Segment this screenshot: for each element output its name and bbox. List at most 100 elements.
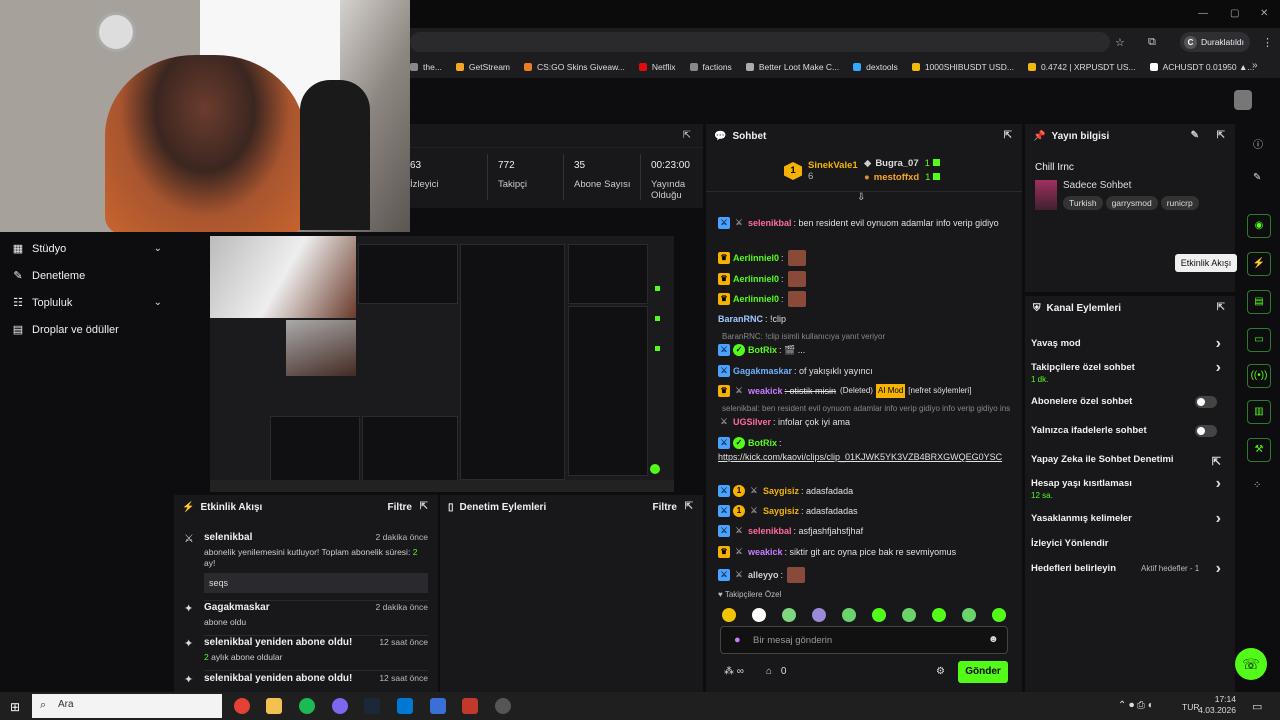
channel-action-row[interactable]: Hesap yaşı kısıtlaması 12 sa. › <box>1031 475 1227 500</box>
app-icon[interactable] <box>462 698 478 714</box>
popout-icon[interactable]: ⇱ <box>1217 302 1225 313</box>
tag-chip[interactable]: runicrp <box>1160 196 1199 210</box>
lightning-icon[interactable]: ⚡ <box>1247 252 1271 276</box>
maximize-icon[interactable]: ▢ <box>1230 8 1239 19</box>
emote-icon[interactable] <box>782 608 796 622</box>
gift-icon[interactable]: ⌂ 0 <box>766 666 786 677</box>
chat-link[interactable]: https://kick.com/kaovi/clips/clip_01KJWK… <box>718 450 1008 464</box>
emote-icon[interactable] <box>962 608 976 622</box>
broadcast-icon[interactable]: ((•)) <box>1247 364 1271 388</box>
steam-icon[interactable] <box>364 698 380 714</box>
star-icon[interactable]: ☆ <box>1115 36 1125 49</box>
emote-icon[interactable] <box>992 608 1006 622</box>
bookmarks-overflow-icon[interactable]: » <box>1252 60 1258 71</box>
bookmark-item[interactable]: Better Loot Make C... <box>745 62 839 72</box>
emote-icon[interactable] <box>812 608 826 622</box>
channel-action-row[interactable]: Hedefleri belirleyin Aktif hedefler - 1 › <box>1031 560 1227 577</box>
channel-action-row[interactable]: Yasaklanmış kelimeler › <box>1031 510 1227 527</box>
vscode-icon[interactable] <box>397 698 413 714</box>
chat-icon[interactable]: ▭ <box>1247 328 1271 352</box>
obs-icon[interactable] <box>332 698 348 714</box>
chat-username[interactable]: BotRix <box>748 436 777 450</box>
chat-username[interactable]: Saygisiz <box>763 484 799 498</box>
emote-icon[interactable] <box>872 608 886 622</box>
chevron-right-icon[interactable]: › <box>1216 475 1221 493</box>
points-icon[interactable]: ⁂ ∞ <box>724 666 744 677</box>
scroll-down-icon[interactable]: ⇩ <box>857 192 865 203</box>
dots-icon[interactable]: ⁘ <box>1253 480 1261 491</box>
leaderboard-entry[interactable]: ◆ Bugra_07 1 <box>864 158 940 169</box>
support-icon[interactable]: ☏ <box>1235 648 1267 680</box>
settings-gear-icon[interactable]: ⚙ <box>936 666 945 677</box>
bookmark-item[interactable]: CS:GO Skins Giveaw... <box>524 62 625 72</box>
chat-username[interactable]: BotRix <box>748 343 777 357</box>
popout-icon[interactable]: ⇱ <box>685 501 693 512</box>
tag-chip[interactable]: garrysmod <box>1105 196 1158 210</box>
menu-icon[interactable]: ⋮ <box>1262 36 1273 49</box>
wrench-icon[interactable]: ⚒ <box>1247 438 1271 462</box>
chat-username[interactable]: Gagakmaskar <box>733 364 792 378</box>
leaderboard-entry[interactable]: ● mestoffxd 1 <box>864 172 941 183</box>
bookmark-item[interactable]: factions <box>689 62 732 72</box>
popout-icon[interactable]: ⇱ <box>420 501 428 512</box>
spotify-icon[interactable] <box>299 698 315 714</box>
chat-username[interactable]: Aerlinniel0 <box>733 272 779 286</box>
windows-start-icon[interactable]: ⊞ <box>10 700 20 714</box>
profile-chip[interactable]: C Duraklatıldı <box>1180 32 1250 52</box>
toggle-switch[interactable] <box>1195 396 1217 408</box>
emote-icon[interactable] <box>722 608 736 622</box>
chat-input[interactable]: Bir mesaj gönderin <box>720 626 1008 654</box>
chat-username[interactable]: Aerlinniel0 <box>733 292 779 306</box>
info-icon[interactable]: ⓘ <box>1253 136 1263 151</box>
tray-icons[interactable]: ⌃ ⏺ ⎙ ◐ <box>1118 700 1154 711</box>
document-icon[interactable]: ▤ <box>1247 290 1271 314</box>
taskbar-search[interactable]: Ara <box>32 694 222 718</box>
bookmark-item[interactable]: ACHUSDT 0.01950 ▲... <box>1149 62 1255 72</box>
popout-icon[interactable]: ⇱ <box>683 130 691 141</box>
chat-username[interactable]: UGSilver <box>733 415 771 429</box>
url-field[interactable] <box>410 32 1110 52</box>
bookmark-item[interactable]: dextools <box>853 62 898 72</box>
external-link-icon[interactable]: ⇱ <box>1212 455 1221 468</box>
emoji-icon[interactable]: ☻ <box>988 634 999 645</box>
edit-icon[interactable]: ✎ <box>1191 130 1199 141</box>
app-icon[interactable] <box>430 698 446 714</box>
app-icon[interactable] <box>495 698 511 714</box>
chat-username[interactable]: weakick <box>748 545 783 559</box>
bookmark-item[interactable]: the... <box>410 62 442 72</box>
chevron-down-icon[interactable]: ⌄ <box>154 297 162 308</box>
avatar[interactable] <box>1234 90 1252 110</box>
leaderboard-entry[interactable]: 1 SinekVale1 6 <box>784 160 858 182</box>
chat-username[interactable]: alleyyo <box>748 568 779 582</box>
chevron-right-icon[interactable]: › <box>1216 335 1221 353</box>
notification-icon[interactable]: ▭ <box>1252 700 1262 713</box>
camera-icon[interactable]: ◉ <box>1247 214 1271 238</box>
chevron-down-icon[interactable]: ⌄ <box>154 243 162 254</box>
sidebar-item-0[interactable]: ▦ Stüdyo ⌄ <box>12 242 162 256</box>
sidebar-item-2[interactable]: ☷ Topluluk ⌄ <box>12 296 162 310</box>
minimize-icon[interactable]: — <box>1198 8 1208 19</box>
channel-action-row[interactable]: Yapay Zeka ile Sohbet Denetimi ⇱ <box>1031 454 1227 468</box>
tag-chip[interactable]: Turkish <box>1063 196 1103 210</box>
emote-icon[interactable] <box>902 608 916 622</box>
sidebar-item-1[interactable]: ✎ Denetleme <box>12 269 162 283</box>
bookmark-item[interactable]: GetStream <box>455 62 510 72</box>
chevron-right-icon[interactable]: › <box>1216 510 1221 528</box>
mod-filter-button[interactable]: Filtre <box>653 502 677 513</box>
chat-username[interactable]: selenikbal <box>748 216 792 230</box>
chat-username[interactable]: BaranRNC <box>718 312 763 326</box>
mic-icon[interactable]: ● <box>734 634 741 646</box>
activity-filter-button[interactable]: Filtre <box>388 502 412 513</box>
channel-action-row[interactable]: Abonelere özel sohbet <box>1031 396 1227 408</box>
chevron-right-icon[interactable]: › <box>1216 560 1221 578</box>
chat-username[interactable]: Saygisiz <box>763 504 799 518</box>
sidebar-item-3[interactable]: ▤ Droplar ve ödüller <box>12 323 162 337</box>
chat-username[interactable]: Aerlinniel0 <box>733 251 779 265</box>
bookmark-item[interactable]: 0.4742 | XRPUSDT US... <box>1027 62 1136 72</box>
emote-icon[interactable] <box>842 608 856 622</box>
popout-icon[interactable]: ⇱ <box>1217 130 1225 141</box>
chrome-icon[interactable] <box>234 698 250 714</box>
channel-action-row[interactable]: Yavaş mod › <box>1031 335 1227 352</box>
toggle-switch[interactable] <box>1195 425 1217 437</box>
emote-icon[interactable] <box>932 608 946 622</box>
